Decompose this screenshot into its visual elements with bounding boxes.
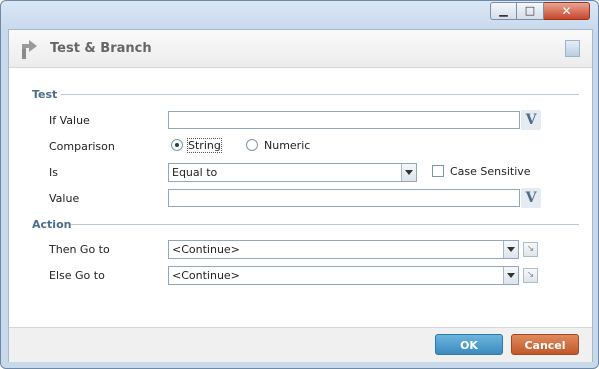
- value-input[interactable]: [168, 189, 520, 207]
- case-sensitive-checkbox[interactable]: [432, 165, 444, 177]
- dialog-footer: OK Cancel: [9, 327, 592, 362]
- radio-numeric-label[interactable]: Numeric: [264, 139, 310, 152]
- if-value-input[interactable]: [168, 111, 520, 129]
- else-go-to-select[interactable]: <Continue>: [168, 266, 519, 285]
- then-go-to-value: <Continue>: [172, 243, 240, 256]
- case-sensitive-label[interactable]: Case Sensitive: [450, 165, 531, 178]
- dialog-window: ▁ □ ✕ Test & Branch Test If Value V Comp…: [0, 0, 599, 369]
- if-value-label: If Value: [49, 114, 90, 127]
- value-label: Value: [49, 192, 80, 205]
- dialog-content: Test & Branch Test If Value V Comparison…: [8, 29, 593, 362]
- chevron-down-icon[interactable]: [503, 241, 518, 258]
- then-go-to-label: Then Go to: [49, 243, 110, 256]
- dialog-header: Test & Branch: [9, 30, 592, 68]
- go-to-arrow-icon[interactable]: ↘: [523, 242, 538, 257]
- comparison-label: Comparison: [49, 140, 115, 153]
- is-select-value: Equal to: [172, 166, 218, 179]
- branch-arrow-icon: [22, 40, 37, 59]
- section-divider: [61, 94, 579, 95]
- section-label-test: Test: [32, 88, 58, 101]
- else-go-to-label: Else Go to: [49, 269, 105, 282]
- minimize-icon: ▁: [499, 4, 508, 17]
- ok-button[interactable]: OK: [435, 334, 503, 355]
- radio-numeric[interactable]: [246, 139, 258, 151]
- cancel-button[interactable]: Cancel: [511, 334, 579, 355]
- then-go-to-select[interactable]: <Continue>: [168, 240, 519, 259]
- dialog-title: Test & Branch: [50, 41, 152, 56]
- maximize-icon: □: [524, 4, 536, 17]
- radio-string[interactable]: [171, 139, 183, 151]
- minimize-button[interactable]: ▁: [490, 2, 517, 20]
- close-button[interactable]: ✕: [544, 2, 590, 20]
- if-value-variable-button[interactable]: V: [521, 110, 541, 130]
- section-label-action: Action: [32, 218, 72, 231]
- value-variable-button[interactable]: V: [521, 188, 541, 208]
- chevron-down-icon[interactable]: [401, 164, 416, 181]
- section-divider: [71, 224, 579, 225]
- is-select[interactable]: Equal to: [168, 163, 417, 182]
- close-icon: ✕: [561, 4, 572, 18]
- maximize-button[interactable]: □: [517, 2, 544, 20]
- chevron-down-icon[interactable]: [503, 267, 518, 284]
- else-go-to-value: <Continue>: [172, 269, 240, 282]
- go-to-arrow-icon[interactable]: ↘: [523, 268, 538, 283]
- is-label: Is: [49, 166, 58, 179]
- radio-string-label[interactable]: String: [187, 138, 222, 153]
- title-bar: ▁ □ ✕: [1, 1, 598, 23]
- note-icon[interactable]: [565, 40, 580, 57]
